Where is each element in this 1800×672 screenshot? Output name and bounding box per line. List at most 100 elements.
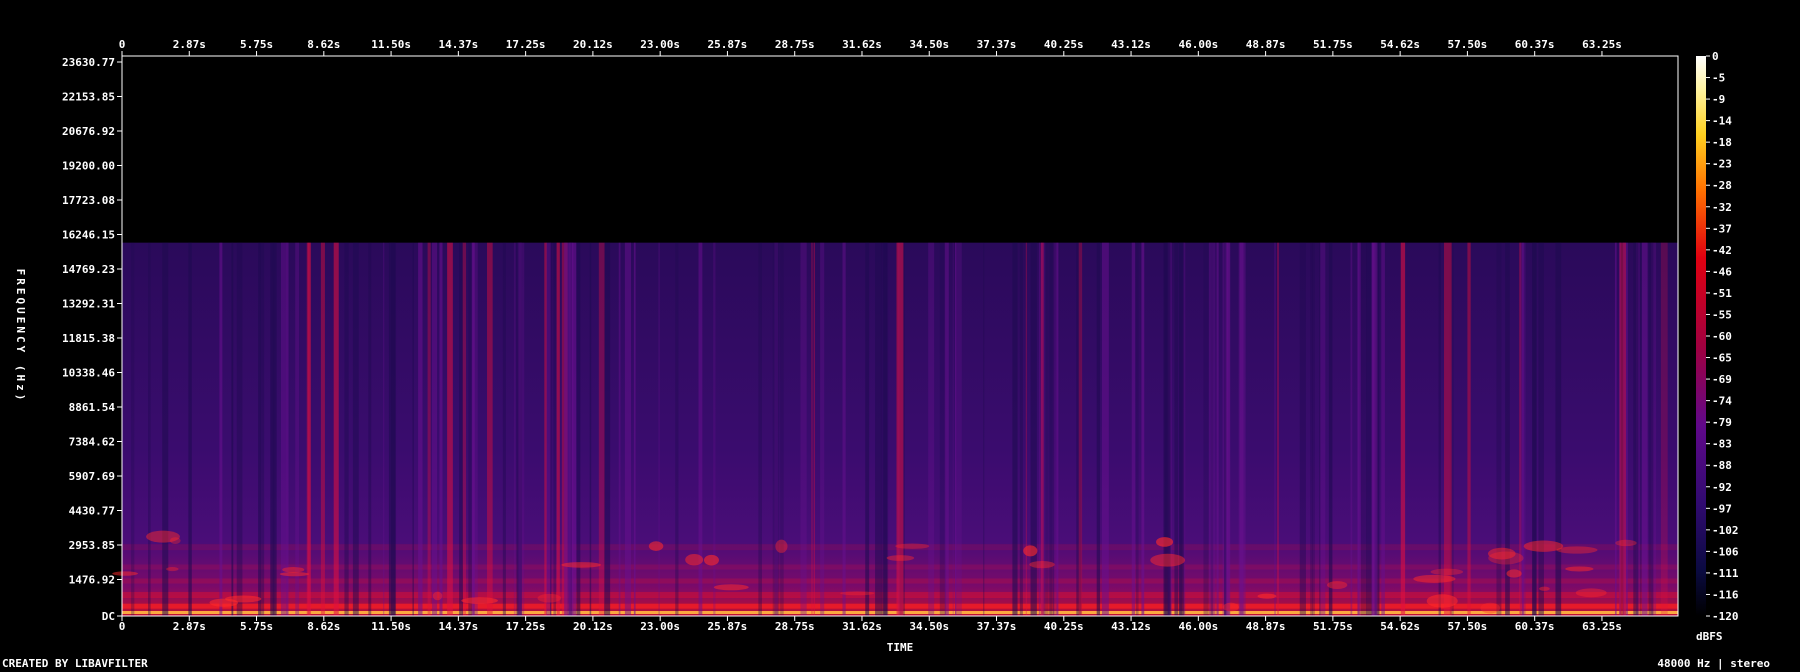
y-tick-label: 7384.62	[69, 436, 115, 449]
spectral-stripe	[546, 242, 551, 616]
y-tick-label: 16246.15	[62, 229, 115, 242]
spectral-blob	[432, 591, 443, 601]
spectral-stripe	[162, 242, 169, 616]
spectrogram-chart: 0 2.87s 5.75s 8.62s 11.50s 14.37s 17.25s 20.12s…	[14, 38, 1739, 654]
spectral-stripe	[1640, 242, 1642, 616]
spectral-stripe	[800, 242, 807, 616]
spectral-stripe	[633, 242, 636, 616]
spectral-stripe	[1532, 242, 1537, 616]
spectral-stripe	[1350, 242, 1353, 616]
spectral-blob	[648, 541, 664, 551]
spectral-stripe	[1135, 242, 1139, 616]
colorbar-unit: dBFS	[1696, 630, 1723, 643]
x-tick-label-top: 11.50s	[371, 38, 411, 51]
spectral-stripe	[1239, 242, 1244, 616]
spectral-stripe	[598, 242, 605, 616]
colorbar-tick-label: -111	[1712, 567, 1739, 580]
spectral-stripe	[820, 242, 825, 616]
colorbar-tick-label: -92	[1712, 481, 1732, 494]
spectral-blob	[561, 562, 602, 568]
spectral-stripe	[1053, 242, 1055, 616]
x-tick-label-top: 34.50s	[909, 38, 949, 51]
spectral-stripe	[955, 242, 962, 616]
colorbar-tick-label: -79	[1712, 416, 1732, 429]
colorbar-tick-label: -28	[1712, 179, 1732, 192]
y-tick-label: 4430.77	[69, 505, 115, 518]
colorbar-tick-label: -97	[1712, 502, 1732, 515]
spectral-blob	[1413, 574, 1456, 583]
spectral-stripe	[1049, 242, 1053, 616]
y-tick-label: 17723.08	[62, 194, 115, 207]
spectral-stripe	[236, 242, 243, 616]
y-tick-label: 20676.92	[62, 125, 115, 138]
colorbar-tick-label: -69	[1712, 373, 1732, 386]
spectral-stripe	[955, 242, 957, 616]
x-tick-label-bottom: 20.12s	[573, 620, 613, 633]
x-tick-label-bottom: 5.75s	[240, 620, 273, 633]
spectral-stripe	[412, 242, 414, 616]
x-tick-label-bottom: 43.12s	[1111, 620, 1151, 633]
colorbar-tick-label: -120	[1712, 610, 1739, 623]
x-tick-label-top: 0	[119, 38, 126, 51]
spectral-blob	[1156, 537, 1174, 547]
x-tick-label-bottom: 40.25s	[1044, 620, 1084, 633]
y-tick-label: 10338.46	[62, 367, 115, 380]
footer-sample-info: 48000 Hz | stereo	[1657, 657, 1770, 670]
colorbar-tick-label: -83	[1712, 438, 1732, 451]
x-tick-label-bottom: 34.50s	[909, 620, 949, 633]
y-tick-label: 19200.00	[62, 160, 115, 173]
spectral-stripe	[1648, 242, 1654, 616]
x-tick-label-bottom: 0	[119, 620, 126, 633]
x-tick-label-top: 8.62s	[307, 38, 340, 51]
spectral-stripe	[1216, 242, 1219, 616]
spectral-stripe	[1101, 242, 1109, 616]
x-tick-label-bottom: 11.50s	[371, 620, 411, 633]
spectral-stripe	[928, 242, 935, 616]
x-tick-label-bottom: 17.25s	[506, 620, 546, 633]
colorbar-tick-label: -55	[1712, 308, 1732, 321]
spectral-stripe	[1438, 242, 1441, 616]
x-tick-label-top: 37.37s	[977, 38, 1017, 51]
spectral-stripe	[352, 242, 359, 616]
colorbar-tick-label: 0	[1712, 50, 1719, 63]
colorbar-tick-label: -9	[1712, 93, 1725, 106]
spectral-stripe	[131, 242, 135, 616]
spectral-stripe	[459, 242, 463, 616]
spectral-blob	[703, 554, 719, 566]
spectral-stripe	[447, 242, 453, 616]
spectral-stripe	[286, 242, 290, 616]
spectral-stripe	[270, 242, 277, 616]
spectral-stripe	[259, 242, 265, 616]
spectral-blob	[1556, 546, 1598, 554]
spectral-stripe	[148, 242, 151, 616]
colorbar-tick-label: -14	[1712, 115, 1732, 128]
spectral-stripe	[1038, 242, 1041, 616]
spectral-stripe	[1078, 242, 1083, 616]
spectral-stripe	[418, 242, 423, 616]
spectral-stripe	[865, 242, 870, 616]
spectral-stripe	[518, 242, 525, 616]
spectral-stripe	[983, 242, 985, 616]
spectral-stripe	[1012, 242, 1018, 616]
spectral-blob	[282, 566, 305, 573]
spectral-stripe	[383, 242, 385, 616]
footer-created-by: CREATED BY LIBAVFILTER	[2, 657, 148, 670]
spectral-stripe	[1538, 242, 1544, 616]
spectral-stripe	[1555, 242, 1562, 616]
spectral-stripe	[231, 242, 234, 616]
spectral-stripe	[1299, 242, 1306, 616]
spectral-stripe	[502, 242, 506, 616]
spectral-stripe	[1319, 242, 1321, 616]
spectral-blob	[461, 597, 498, 605]
spectral-blob	[1506, 569, 1522, 578]
y-axis: 23630.77 22153.85 20676.92 19200.00 17723.08…	[62, 56, 122, 623]
spectral-blob	[537, 593, 562, 603]
transient-stripe	[1619, 242, 1626, 616]
spectral-stripe	[813, 242, 815, 616]
x-tick-label-top: 20.12s	[573, 38, 613, 51]
spectral-stripe	[1360, 242, 1367, 616]
y-tick-label: 5907.69	[69, 470, 115, 483]
x-tick-label-bottom: 25.87s	[708, 620, 748, 633]
spectral-stripe	[368, 242, 372, 616]
spectral-stripe	[883, 242, 887, 616]
